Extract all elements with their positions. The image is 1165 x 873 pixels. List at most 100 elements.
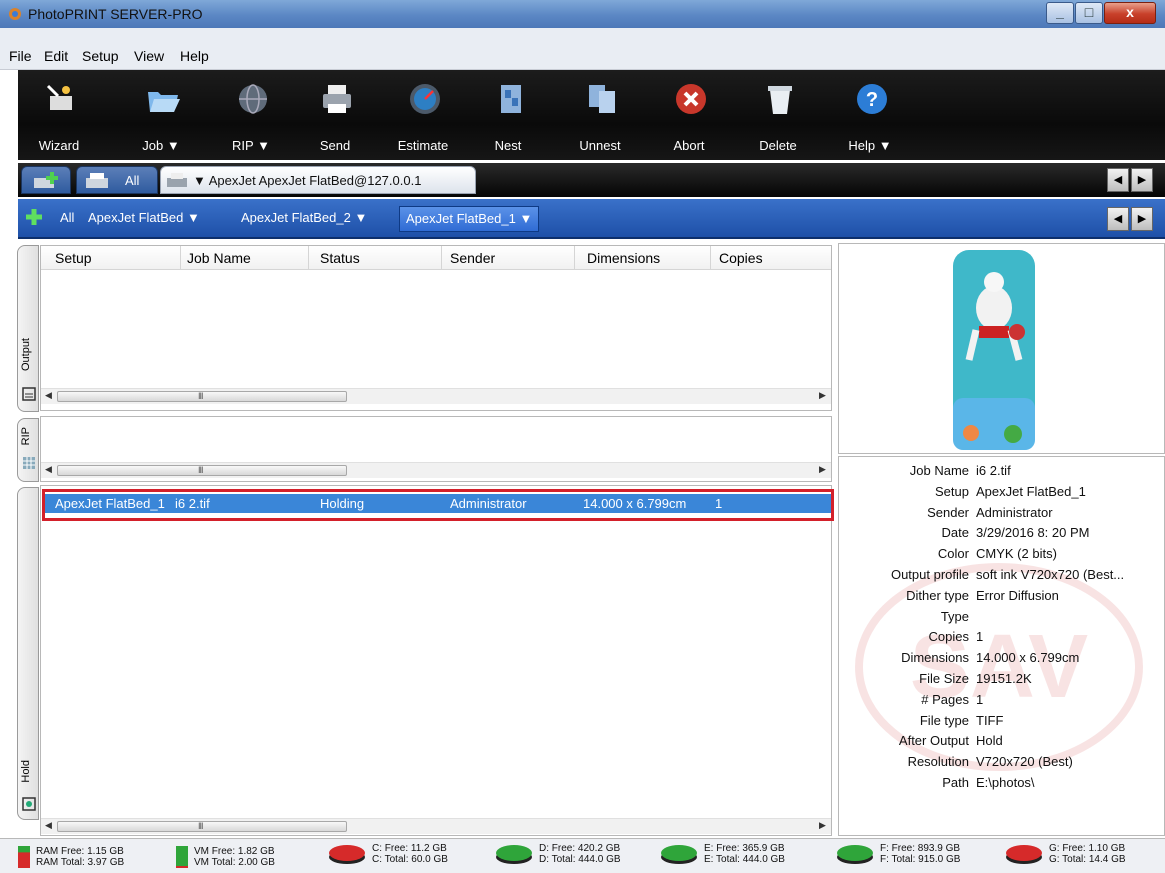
scroll-thumb[interactable]: III xyxy=(57,465,347,476)
wizard-button[interactable]: Wizard xyxy=(24,76,94,156)
printer-tabs-next-button[interactable]: ▶ xyxy=(1131,168,1153,192)
queue-tab-flatbed-1[interactable]: ApexJet FlatBed_1 ▼ xyxy=(399,206,540,232)
property-key: File Size xyxy=(919,671,969,686)
property-key: Resolution xyxy=(907,754,969,770)
column-separator xyxy=(441,246,442,270)
property-value: 19151.2K xyxy=(976,671,1032,686)
hold-pane: ApexJet FlatBed_1 i6 2.tif Holding Admin… xyxy=(40,485,832,836)
disk-total-text: E: Total: 444.0 GB xyxy=(704,854,785,865)
property-value: V720x720 (Best) xyxy=(976,754,1073,770)
abort-label: Abort xyxy=(673,138,705,153)
column-status[interactable]: Status xyxy=(320,250,360,266)
estimate-button[interactable]: Estimate xyxy=(388,76,458,156)
help-icon: ? xyxy=(857,84,887,114)
queue-tab-all[interactable]: All xyxy=(60,206,74,232)
job-button[interactable]: Job ▼ xyxy=(126,76,196,156)
rip-side-tab[interactable]: RIP xyxy=(17,418,39,482)
send-label: Send xyxy=(319,138,351,153)
column-separator xyxy=(574,246,575,270)
column-sender[interactable]: Sender xyxy=(450,250,495,266)
scroll-right-icon[interactable]: ▶ xyxy=(819,820,826,831)
output-hscrollbar[interactable]: ◀ III ▶ xyxy=(41,388,831,404)
add-queue-icon[interactable] xyxy=(24,207,44,227)
menu-edit[interactable]: Edit xyxy=(44,48,68,64)
globe-icon xyxy=(239,84,267,114)
property-key: Path xyxy=(942,775,969,790)
menu-view[interactable]: View xyxy=(134,48,164,64)
hold-side-tab[interactable]: Hold xyxy=(17,487,39,820)
vm-free-text: VM Free: 1.82 GB xyxy=(194,846,275,857)
queue-tab-flatbed[interactable]: ApexJet FlatBed ▼ xyxy=(88,206,200,232)
nest-icon xyxy=(501,85,521,113)
hold-hscrollbar[interactable]: ◀ III ▶ xyxy=(41,818,831,834)
maximize-icon: □ xyxy=(1084,4,1094,20)
column-copies[interactable]: Copies xyxy=(719,250,763,266)
output-icon xyxy=(22,387,36,401)
column-setup[interactable]: Setup xyxy=(55,250,92,266)
gauge-icon xyxy=(410,84,440,114)
job-properties: SAV Job Name i6 2.tif Setup ApexJet FlatBed… xyxy=(838,456,1165,836)
output-side-tab-label: Output xyxy=(20,338,32,372)
property-row: # Pages 1 xyxy=(839,692,1164,712)
disk-free-text: C: Free: 11.2 GB xyxy=(372,843,447,854)
disk-pie-icon xyxy=(1006,845,1042,864)
disk-free-text: D: Free: 420.2 GB xyxy=(539,843,621,854)
ram-meter xyxy=(18,846,30,868)
printer-icon xyxy=(86,173,108,188)
rip-button[interactable]: RIP ▼ xyxy=(216,76,286,156)
output-side-tab[interactable]: Output xyxy=(17,245,39,412)
disk-status: F: Free: 893.9 GB F: Total: 915.0 GB xyxy=(836,843,960,865)
queue-tab-flatbed-2[interactable]: ApexJet FlatBed_2 ▼ xyxy=(241,206,367,232)
column-dimensions[interactable]: Dimensions xyxy=(587,250,660,266)
wizard-icon xyxy=(46,84,72,110)
disk-status: E: Free: 365.9 GB E: Total: 444.0 GB xyxy=(660,843,785,865)
menu-file[interactable]: File xyxy=(9,48,32,64)
close-button[interactable]: x xyxy=(1104,2,1156,24)
queue-tabs-prev-button[interactable]: ◀ xyxy=(1107,207,1129,231)
hold-icon xyxy=(22,797,36,811)
printer-tabs-prev-button[interactable]: ◀ xyxy=(1107,168,1129,192)
minimize-button[interactable]: _ xyxy=(1046,2,1074,24)
property-row: Dither type Error Diffusion xyxy=(839,588,1164,608)
delete-button[interactable]: Delete xyxy=(743,76,813,156)
scroll-thumb[interactable]: III xyxy=(57,821,347,832)
scroll-thumb[interactable]: III xyxy=(57,391,347,402)
menu-bar: File Edit Setup View Help xyxy=(0,28,1165,70)
trash-icon xyxy=(768,86,792,114)
printer-tab-all[interactable]: All xyxy=(76,166,158,194)
menu-help[interactable]: Help xyxy=(180,48,209,64)
output-column-header: Setup Job Name Status Sender Dimensions … xyxy=(41,246,831,270)
estimate-label: Estimate xyxy=(397,138,449,153)
disk-status: C: Free: 11.2 GB C: Total: 60.0 GB xyxy=(328,843,448,865)
vm-meter xyxy=(176,846,188,868)
disk-free-text: E: Free: 365.9 GB xyxy=(704,843,785,854)
disk-pie-icon xyxy=(661,845,697,864)
help-button[interactable]: ? Help ▼ xyxy=(835,76,905,156)
add-printer-tab[interactable] xyxy=(21,166,71,194)
rip-hscrollbar[interactable]: ◀ III ▶ xyxy=(41,462,831,478)
scroll-grip-icon: III xyxy=(198,391,203,401)
scroll-right-icon[interactable]: ▶ xyxy=(819,464,826,475)
unnest-button[interactable]: Unnest xyxy=(565,76,635,156)
scroll-grip-icon: III xyxy=(198,465,203,475)
scroll-left-icon[interactable]: ◀ xyxy=(45,390,52,401)
scroll-left-icon[interactable]: ◀ xyxy=(45,820,52,831)
property-row: Output profile soft ink V720x720 (Best... xyxy=(839,567,1164,587)
scroll-left-icon[interactable]: ◀ xyxy=(45,464,52,475)
disk-pie-icon xyxy=(496,845,532,864)
scroll-right-icon[interactable]: ▶ xyxy=(819,390,826,401)
app-icon xyxy=(9,8,21,20)
abort-button[interactable]: Abort xyxy=(654,76,724,156)
maximize-button[interactable]: □ xyxy=(1075,2,1103,24)
printer-tab-apexjet[interactable]: ▼ ApexJet ApexJet FlatBed@127.0.0.1 xyxy=(160,166,476,194)
nest-button[interactable]: Nest xyxy=(473,76,543,156)
column-job-name[interactable]: Job Name xyxy=(187,250,251,266)
queue-tabs-next-button[interactable]: ▶ xyxy=(1131,207,1153,231)
scroll-grip-icon: III xyxy=(198,821,203,831)
property-value: TIFF xyxy=(976,712,1004,728)
send-button[interactable]: Send xyxy=(300,76,370,156)
property-row: Dimensions 14.000 x 6.799cm xyxy=(839,650,1164,670)
rip-icon xyxy=(23,457,35,469)
menu-setup[interactable]: Setup xyxy=(82,48,119,64)
printer-icon xyxy=(323,85,351,113)
